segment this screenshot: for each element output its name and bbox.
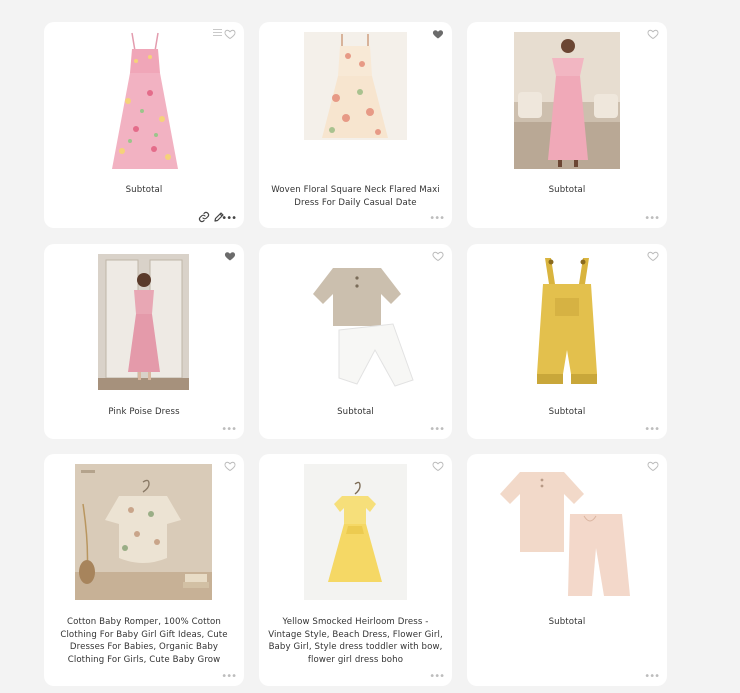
product-title[interactable]: Pink Poise Dress (52, 406, 236, 419)
peach-shirt-pants-illustration (498, 464, 636, 600)
product-title[interactable]: Subtotal (475, 406, 659, 419)
product-title[interactable]: Woven Floral Square Neck Flared Maxi Dre… (267, 184, 444, 209)
product-image[interactable] (304, 464, 407, 600)
heart-filled-icon[interactable] (432, 28, 444, 40)
heart-outline-icon[interactable] (432, 460, 444, 472)
product-image[interactable] (525, 254, 609, 392)
product-title[interactable]: Cotton Baby Romper, 100% Cotton Clothing… (52, 616, 236, 666)
more-dots-icon[interactable]: ••• (644, 425, 660, 435)
product-title[interactable]: Subtotal (267, 406, 444, 419)
product-card[interactable]: Pink Poise Dress ••• (44, 244, 244, 439)
woman-pink-dress-door-photo (98, 254, 189, 390)
more-dots-icon[interactable]: ••• (429, 672, 445, 682)
more-dots-icon[interactable]: ••• (644, 672, 660, 682)
product-image[interactable] (304, 32, 407, 140)
more-dots-icon[interactable]: ••• (221, 425, 237, 435)
pink-floral-dress-illustration (110, 31, 180, 171)
product-title[interactable]: Subtotal (475, 184, 659, 197)
boys-shirt-pants-illustration (297, 254, 417, 392)
heart-outline-icon[interactable] (432, 250, 444, 262)
product-card[interactable]: Woven Floral Square Neck Flared Maxi Dre… (259, 22, 452, 228)
product-card[interactable]: Cotton Baby Romper, 100% Cotton Clothing… (44, 454, 244, 686)
product-card[interactable]: Subtotal ••• (44, 22, 244, 228)
list-icon[interactable] (213, 29, 222, 38)
product-card[interactable]: Subtotal ••• (467, 244, 667, 439)
product-image[interactable] (110, 31, 180, 171)
product-card[interactable]: Yellow Smocked Heirloom Dress - Vintage … (259, 454, 452, 686)
heart-filled-icon[interactable] (224, 250, 236, 262)
woman-pink-maxi-photo (514, 32, 620, 169)
product-card[interactable]: Subtotal ••• (467, 22, 667, 228)
heart-outline-icon[interactable] (224, 460, 236, 472)
product-image[interactable] (98, 254, 189, 390)
more-dots-icon[interactable]: ••• (429, 425, 445, 435)
product-image[interactable] (297, 254, 417, 392)
more-dots-icon[interactable]: ••• (644, 214, 660, 224)
link-icon[interactable] (198, 211, 210, 223)
cream-floral-dress-illustration (304, 32, 407, 140)
heart-outline-icon[interactable] (224, 28, 236, 40)
product-card[interactable]: Subtotal ••• (467, 454, 667, 686)
product-image[interactable] (75, 464, 212, 600)
more-dots-icon[interactable]: ••• (429, 214, 445, 224)
heart-outline-icon[interactable] (647, 460, 659, 472)
heart-outline-icon[interactable] (647, 250, 659, 262)
mustard-overalls-illustration (525, 254, 609, 392)
floral-baby-romper-photo (75, 464, 212, 600)
product-card[interactable]: Subtotal ••• (259, 244, 452, 439)
product-image[interactable] (514, 32, 620, 169)
yellow-toddler-dress-illustration (304, 464, 407, 600)
product-title[interactable]: Subtotal (52, 184, 236, 197)
product-title[interactable]: Subtotal (475, 616, 659, 629)
more-dots-icon[interactable]: ••• (221, 214, 237, 224)
more-dots-icon[interactable]: ••• (221, 672, 237, 682)
product-image[interactable] (498, 464, 636, 600)
product-title[interactable]: Yellow Smocked Heirloom Dress - Vintage … (267, 616, 444, 666)
heart-outline-icon[interactable] (647, 28, 659, 40)
